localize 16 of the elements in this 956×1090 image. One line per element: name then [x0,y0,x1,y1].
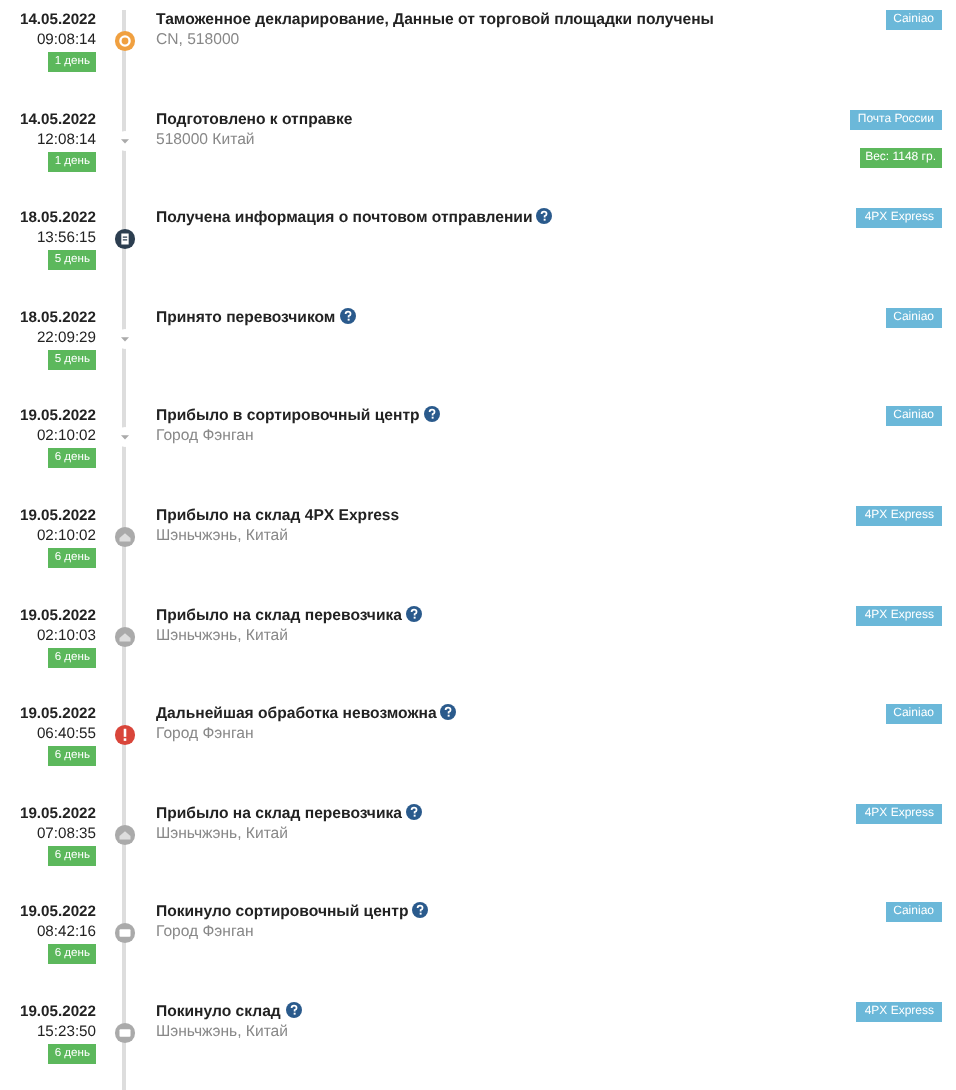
truck-icon [113,1021,135,1044]
help-icon[interactable] [406,803,423,820]
help-icon[interactable] [406,605,423,622]
warehouse-icon [113,525,135,548]
help-icon[interactable] [339,307,356,324]
help-icon[interactable] [285,1001,302,1018]
warehouse-icon [113,625,135,648]
customs-icon [113,30,135,52]
truck-icon [113,922,135,945]
help-icon[interactable] [412,902,429,919]
help-icon[interactable] [440,704,457,721]
document-icon [113,228,135,251]
warehouse-icon [113,823,135,846]
help-icon[interactable] [423,406,440,423]
help-icon[interactable] [536,208,553,225]
error-icon [113,724,135,747]
